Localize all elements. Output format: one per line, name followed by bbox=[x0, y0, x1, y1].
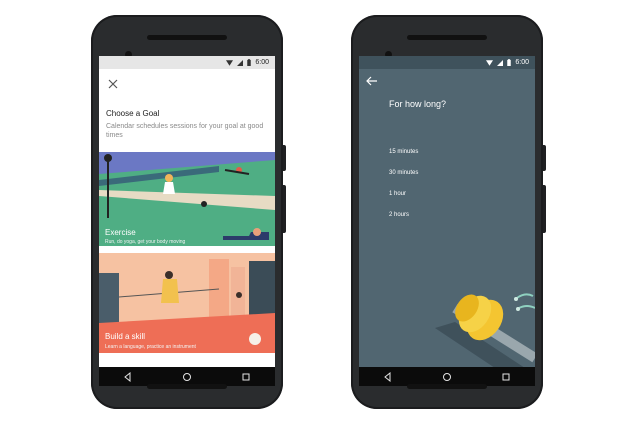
speaker-grille bbox=[407, 384, 487, 389]
duration-option[interactable]: 1 hour bbox=[389, 191, 406, 197]
close-icon[interactable] bbox=[105, 76, 121, 92]
speaker-grille bbox=[147, 384, 227, 389]
power-button bbox=[543, 145, 546, 171]
battery-icon bbox=[247, 59, 252, 66]
card-subtitle: Run, do yoga, get your body moving bbox=[105, 239, 186, 245]
phone-right: 6:00 For how long? 15 minutes 30 minutes… bbox=[351, 15, 546, 409]
status-time: 6:00 bbox=[515, 59, 529, 66]
power-button bbox=[283, 145, 286, 171]
volume-button bbox=[543, 185, 546, 233]
page-title: Choose a Goal bbox=[106, 109, 160, 118]
nav-back-icon[interactable] bbox=[380, 369, 396, 385]
goal-card-build-skill[interactable]: Build a skill Learn a language, practice… bbox=[99, 253, 275, 353]
signal-icon bbox=[237, 59, 244, 66]
page-description: Calendar schedules sessions for your goa… bbox=[106, 123, 264, 139]
nav-recents-icon[interactable] bbox=[498, 369, 514, 385]
duration-option[interactable]: 30 minutes bbox=[389, 170, 418, 176]
goal-card-exercise[interactable]: Exercise Run, do yoga, get your body mov… bbox=[99, 152, 275, 246]
duration-option[interactable]: 15 minutes bbox=[389, 149, 418, 155]
volume-button bbox=[283, 185, 286, 233]
screen-duration: 6:00 For how long? 15 minutes 30 minutes… bbox=[359, 56, 535, 386]
dumbbell-illustration bbox=[435, 293, 535, 368]
nav-recents-icon[interactable] bbox=[238, 369, 254, 385]
speaker-grille bbox=[147, 35, 227, 40]
signal-icon bbox=[497, 59, 504, 66]
card-title: Exercise bbox=[105, 228, 136, 237]
status-time: 6:00 bbox=[255, 59, 269, 66]
card-title: Build a skill bbox=[105, 332, 146, 341]
page-title: For how long? bbox=[389, 99, 447, 109]
battery-icon bbox=[507, 59, 512, 66]
wifi-icon bbox=[226, 59, 234, 66]
nav-home-icon[interactable] bbox=[179, 369, 195, 385]
status-bar: 6:00 bbox=[359, 56, 535, 69]
nav-back-icon[interactable] bbox=[120, 369, 136, 385]
screen-choose-goal: 6:00 Choose a Goal Calendar schedules se… bbox=[99, 56, 275, 386]
speaker-grille bbox=[407, 35, 487, 40]
arrow-back-icon[interactable] bbox=[365, 74, 379, 88]
nav-home-icon[interactable] bbox=[439, 369, 455, 385]
phone-left: 6:00 Choose a Goal Calendar schedules se… bbox=[91, 15, 286, 409]
duration-option[interactable]: 2 hours bbox=[389, 212, 409, 218]
card-subtitle: Learn a language, practice an instrument bbox=[105, 344, 196, 350]
status-bar: 6:00 bbox=[99, 56, 275, 69]
wifi-icon bbox=[486, 59, 494, 66]
